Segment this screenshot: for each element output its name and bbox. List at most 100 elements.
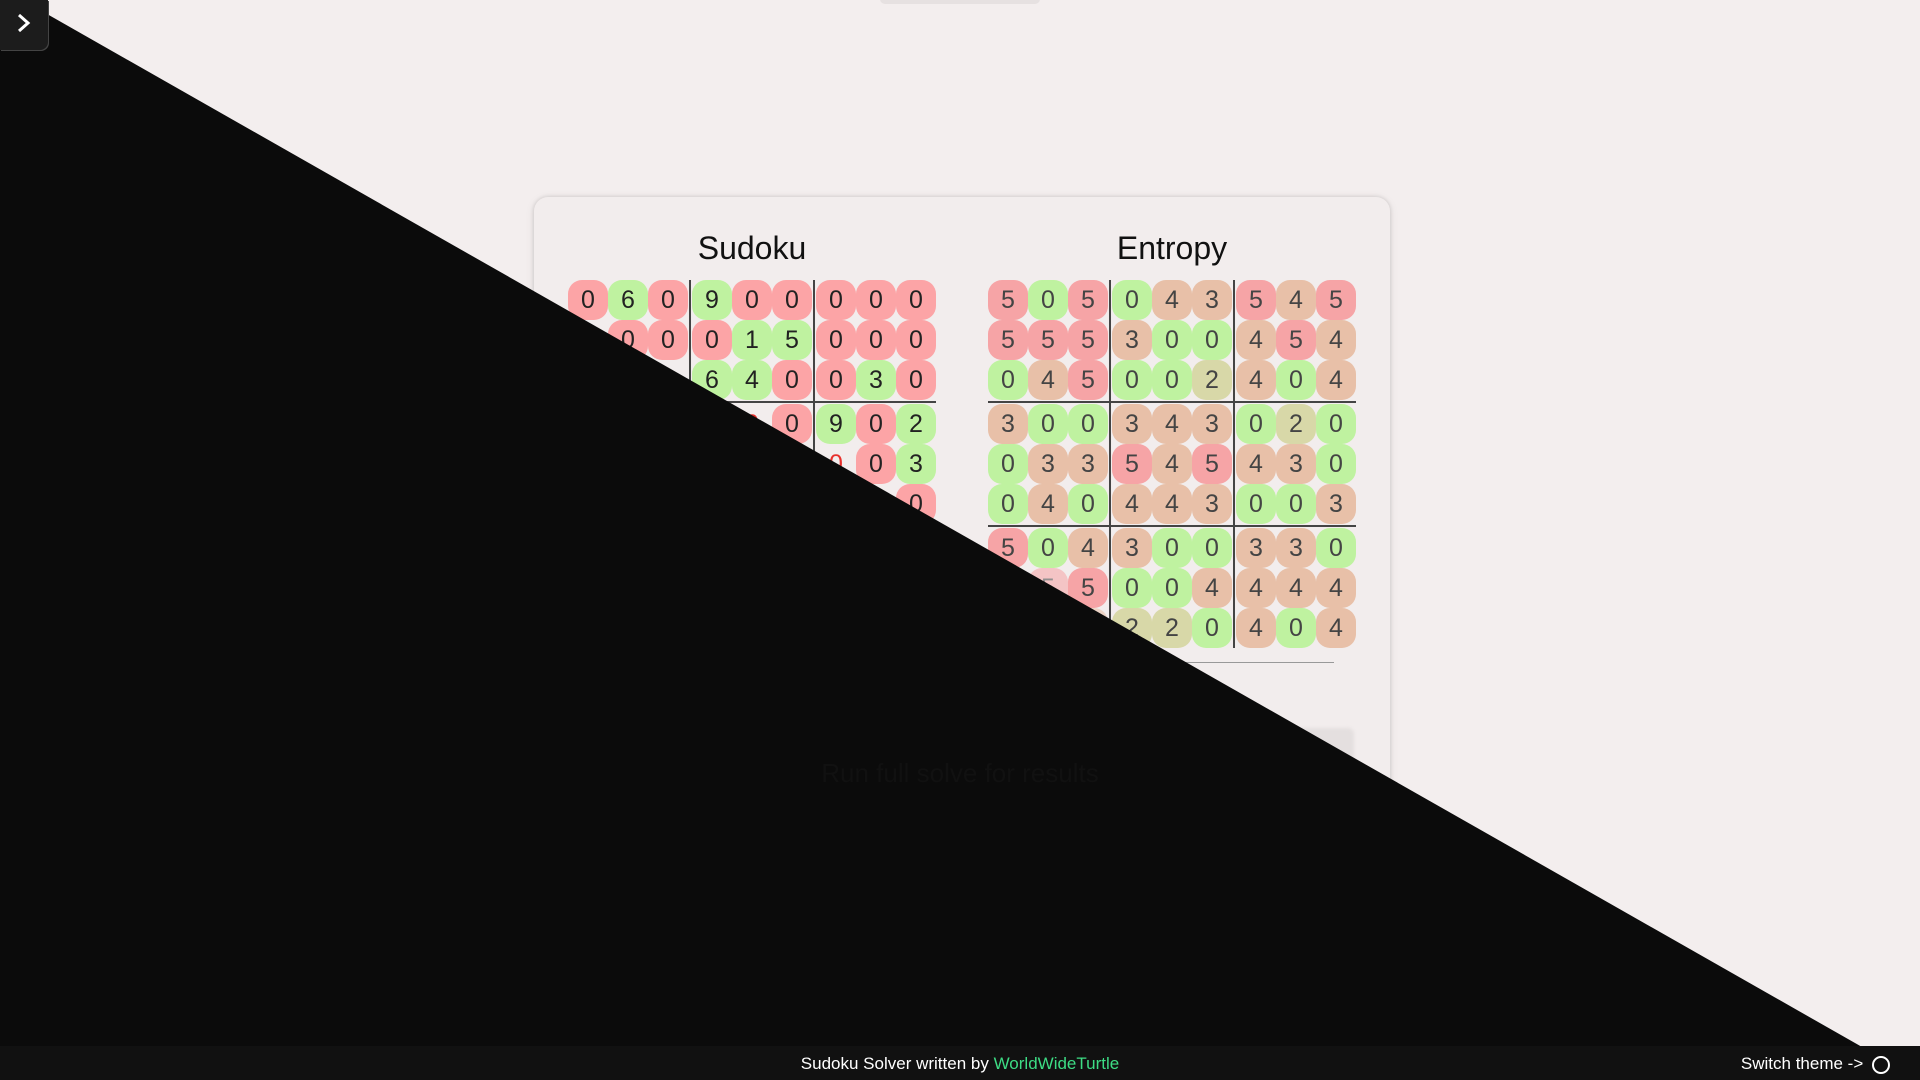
sudoku-cell[interactable]: 6 xyxy=(896,528,936,568)
sudoku-cell[interactable]: 3 xyxy=(692,568,732,608)
sudoku-cell[interactable]: 0 xyxy=(896,360,936,400)
sudoku-cell[interactable]: 5 xyxy=(732,528,772,568)
sudoku-cell[interactable]: 0 xyxy=(608,484,648,524)
entropy-cell: 5 xyxy=(1276,320,1316,360)
sudoku-cell[interactable]: 0 xyxy=(648,320,688,360)
export-button[interactable] xyxy=(998,678,1038,716)
sidebar-toggle-button[interactable] xyxy=(0,0,48,50)
sudoku-cell[interactable]: 0 xyxy=(608,608,648,648)
sudoku-cell[interactable]: 0 xyxy=(608,444,648,484)
sudoku-cell[interactable]: 0 xyxy=(856,280,896,320)
switch-theme-button[interactable]: Switch theme -> xyxy=(1741,1054,1890,1074)
sudoku-cell[interactable]: 0 xyxy=(648,444,688,484)
sudoku-cell[interactable]: 9 xyxy=(816,404,856,444)
sudoku-cell[interactable]: 1 xyxy=(568,444,608,484)
sudoku-cell[interactable]: 0 xyxy=(772,360,812,400)
sudoku-cell[interactable]: 0 xyxy=(648,568,688,608)
sudoku-cell[interactable]: 0 xyxy=(856,320,896,360)
sudoku-cell[interactable]: 0 xyxy=(648,608,688,648)
reset-button[interactable] xyxy=(894,678,934,716)
sudoku-cell[interactable]: 2 xyxy=(896,404,936,444)
sudoku-cell[interactable]: 0 xyxy=(856,444,896,484)
sudoku-cell[interactable]: 0 xyxy=(816,608,856,648)
sudoku-cell[interactable]: 0 xyxy=(772,444,812,484)
sudoku-cell[interactable]: 0 xyxy=(608,320,648,360)
sudoku-cell[interactable]: 0 xyxy=(816,280,856,320)
stats-button[interactable] xyxy=(1130,678,1170,716)
sudoku-cell[interactable]: 0 xyxy=(692,444,732,484)
entropy-cell: 0 xyxy=(988,360,1028,400)
sudoku-cell[interactable]: 4 xyxy=(732,360,772,400)
sudoku-cell[interactable]: 0 xyxy=(648,360,688,400)
stat-iterations: Iterations xyxy=(964,728,1354,762)
sudoku-cell[interactable]: 6 xyxy=(608,280,648,320)
sudoku-cell[interactable]: 6 xyxy=(648,484,688,524)
sudoku-cell[interactable]: 0 xyxy=(692,528,732,568)
sudoku-cell[interactable]: 0 xyxy=(732,280,772,320)
import-button[interactable] xyxy=(954,678,994,716)
sudoku-cell[interactable]: 4 xyxy=(648,404,688,444)
sudoku-cell[interactable]: 0 xyxy=(692,484,732,524)
author-link[interactable]: WorldWideTurtle xyxy=(994,1054,1120,1073)
sudoku-cell[interactable]: 6 xyxy=(692,360,732,400)
sudoku-cell[interactable]: 0 xyxy=(816,360,856,400)
sudoku-cell[interactable]: 0 xyxy=(608,568,648,608)
sudoku-cell[interactable]: 5 xyxy=(568,360,608,400)
step-back-button[interactable] xyxy=(746,678,786,716)
sudoku-cell[interactable]: 0 xyxy=(692,608,732,648)
sudoku-cell[interactable]: 0 xyxy=(648,528,688,568)
sudoku-cell[interactable]: 0 xyxy=(896,320,936,360)
sudoku-cell[interactable]: 0 xyxy=(568,320,608,360)
sudoku-cell[interactable]: 0 xyxy=(816,568,856,608)
sudoku-cell[interactable]: 1 xyxy=(856,484,896,524)
sudoku-cell[interactable]: 8 xyxy=(772,608,812,648)
sudoku-cell[interactable]: 0 xyxy=(732,608,772,648)
sudoku-cell[interactable]: 0 xyxy=(772,404,812,444)
sudoku-cell[interactable]: 0 xyxy=(568,404,608,444)
sudoku-cell[interactable]: 3 xyxy=(896,444,936,484)
sudoku-cell[interactable]: 0 xyxy=(732,444,772,484)
sudoku-cell[interactable]: 0 xyxy=(772,484,812,524)
entropy-cell: 2 xyxy=(1112,608,1152,648)
sudoku-cell[interactable]: 4 xyxy=(816,484,856,524)
steps-button[interactable] xyxy=(1086,678,1126,716)
sudoku-cell[interactable]: 0 xyxy=(732,484,772,524)
sudoku-cell[interactable]: 1 xyxy=(732,320,772,360)
sudoku-cell[interactable]: 0 xyxy=(692,320,732,360)
sudoku-cell[interactable]: 0 xyxy=(568,528,608,568)
sudoku-cell[interactable]: 5 xyxy=(772,320,812,360)
sudoku-cell[interactable]: 0 xyxy=(896,484,936,524)
sudoku-cell[interactable]: 0 xyxy=(896,608,936,648)
list-button[interactable] xyxy=(1042,678,1082,716)
entropy-cell: 0 xyxy=(1316,528,1356,568)
sudoku-cell[interactable]: 0 xyxy=(732,404,772,444)
sudoku-cell[interactable]: 0 xyxy=(856,528,896,568)
sudoku-cell[interactable]: 0 xyxy=(648,280,688,320)
sudoku-cell[interactable]: 3 xyxy=(856,360,896,400)
sudoku-cell[interactable]: 0 xyxy=(772,280,812,320)
play-button[interactable] xyxy=(790,678,830,716)
fast-forward-button[interactable] xyxy=(834,678,874,716)
sudoku-cell[interactable]: 0 xyxy=(896,568,936,608)
sudoku-cell[interactable]: 0 xyxy=(816,320,856,360)
sudoku-cell[interactable]: 0 xyxy=(896,280,936,320)
sudoku-cell[interactable]: 1 xyxy=(772,528,812,568)
sudoku-cell[interactable]: 0 xyxy=(568,280,608,320)
list-icon xyxy=(1049,686,1074,708)
sudoku-cell[interactable]: 0 xyxy=(692,404,732,444)
sudoku-cell[interactable]: 0 xyxy=(816,444,856,484)
sudoku-cell[interactable]: 0 xyxy=(816,528,856,568)
entropy-cell: 0 xyxy=(988,444,1028,484)
sudoku-cell[interactable]: 9 xyxy=(568,484,608,524)
sudoku-cell[interactable]: 0 xyxy=(608,360,648,400)
sudoku-cell[interactable]: 9 xyxy=(692,280,732,320)
sudoku-cell[interactable]: 0 xyxy=(568,568,608,608)
sudoku-cell[interactable]: 0 xyxy=(568,608,608,648)
sudoku-cell[interactable]: 0 xyxy=(856,568,896,608)
sudoku-cell[interactable]: 0 xyxy=(772,568,812,608)
sudoku-cell[interactable]: 9 xyxy=(732,568,772,608)
sudoku-cell[interactable]: 0 xyxy=(856,404,896,444)
sudoku-cell[interactable]: 5 xyxy=(608,404,648,444)
sudoku-cell[interactable]: 9 xyxy=(608,528,648,568)
sudoku-cell[interactable]: 7 xyxy=(856,608,896,648)
